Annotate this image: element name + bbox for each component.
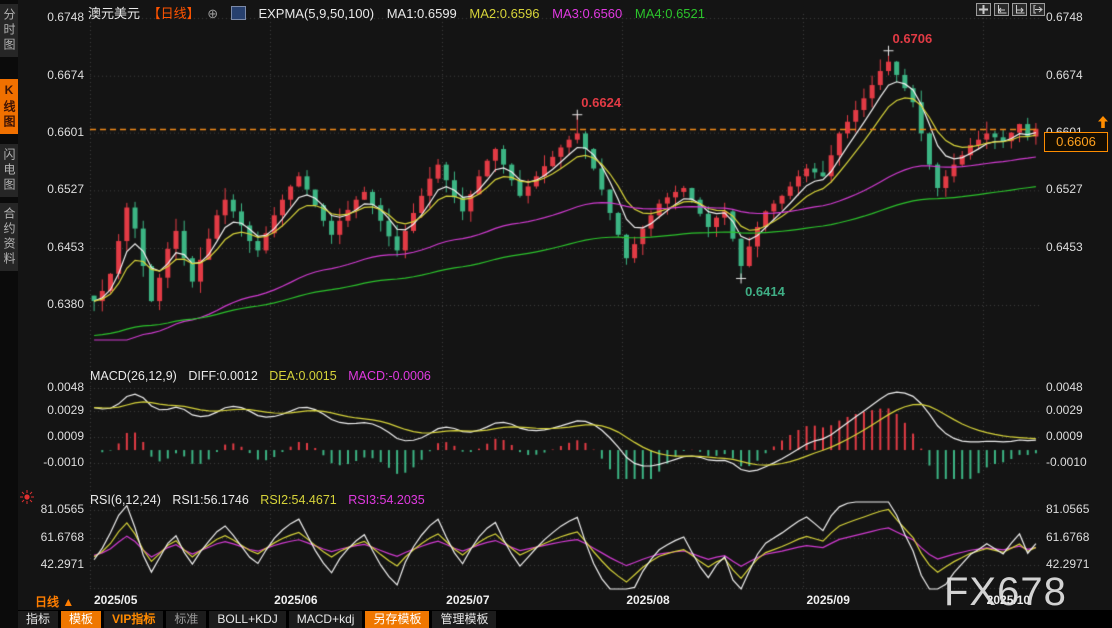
price-annotation-high: 0.6624: [581, 95, 621, 110]
indicator-title: EXPMA(5,9,50,100): [258, 6, 374, 21]
ma1-value: MA1:0.6599: [387, 6, 457, 21]
pan-right-icon[interactable]: [1030, 3, 1045, 16]
ma2-value: MA2:0.6596: [469, 6, 539, 21]
price-axis-label-left: 0.6380: [22, 297, 84, 311]
rsi-axis-label-right: 81.0565: [1046, 502, 1108, 516]
footer-tab-indicators[interactable]: 指标: [18, 611, 58, 628]
price-axis-label-left: 0.6748: [22, 10, 84, 24]
price-axis-label-left: 0.6527: [22, 182, 84, 196]
macd-diff-value: DIFF:0.0012: [188, 369, 257, 383]
x-axis-label: 2025/05: [94, 593, 137, 607]
footer-tab-macd-kdj[interactable]: MACD+kdj: [289, 611, 363, 628]
price-axis-label-left: 0.6601: [22, 125, 84, 139]
sidebar-tab-lightning[interactable]: 闪电图: [0, 144, 18, 197]
zoom-axis-right-icon[interactable]: [1012, 3, 1027, 16]
macd-macd-value: MACD:-0.0006: [348, 369, 431, 383]
macd-axis-label-left: 0.0009: [22, 429, 84, 443]
rsi-title[interactable]: RSI(6,12,24): [90, 493, 161, 507]
price-annotation-high: 0.6706: [892, 31, 932, 46]
rsi2-value: RSI2:54.4671: [260, 493, 336, 507]
rsi-axis-label-right: 61.6768: [1046, 530, 1108, 544]
x-axis-label: 2025/08: [626, 593, 669, 607]
macd-axis-label-right: 0.0009: [1046, 429, 1108, 443]
symbol-name: 澳元美元: [88, 6, 140, 21]
x-axis-label: 2025/06: [274, 593, 317, 607]
chart-header: 澳元美元 【日线】 ⊕ EXPMA(5,9,50,100) MA1:0.6599…: [88, 3, 714, 19]
sidebar-tab-contract-info[interactable]: 合约资料: [0, 203, 18, 271]
fx678-watermark: FX678: [944, 570, 1067, 615]
x-axis-label: 2025/09: [807, 593, 850, 607]
indicator-chart-icon: [231, 6, 246, 20]
period-selector[interactable]: 日线 ▲: [35, 593, 74, 610]
footer-tab-vip-indicators[interactable]: VIP指标: [104, 611, 163, 628]
price-annotation-low: 0.6414: [745, 284, 785, 299]
macd-axis-label-right: 0.0029: [1046, 403, 1108, 417]
macd-axis-label-right: -0.0010: [1046, 455, 1108, 469]
price-axis-label-left: 0.6674: [22, 68, 84, 82]
alert-flash-icon: [20, 490, 34, 504]
macd-axis-label-left: -0.0010: [22, 455, 84, 469]
macd-axis-label-left: 0.0029: [22, 403, 84, 417]
x-axis-label: 2025/07: [446, 593, 489, 607]
chart-overlay: 0.6748 0.6674 0.6601 0.6527 0.6453 0.6380 0.67…: [0, 0, 1112, 628]
price-axis-label-right: 0.6674: [1046, 68, 1108, 82]
price-axis-label-right: 0.6748: [1046, 10, 1108, 24]
macd-title[interactable]: MACD(26,12,9): [90, 369, 177, 383]
footer-tab-boll-kdj[interactable]: BOLL+KDJ: [209, 611, 285, 628]
period-tag[interactable]: 【日线】: [148, 6, 200, 21]
price-axis-label-right: 0.6527: [1046, 182, 1108, 196]
chart-toolbar: [976, 3, 1045, 16]
footer-tab-templates[interactable]: 模板: [61, 611, 101, 628]
rsi1-value: RSI1:56.1746: [172, 493, 248, 507]
sidebar-tab-kline[interactable]: K线图: [0, 79, 18, 134]
price-axis-label-right: 0.6453: [1046, 240, 1108, 254]
price-up-arrow-icon: [1098, 116, 1108, 128]
rsi-axis-label-left: 61.6768: [22, 530, 84, 544]
ma3-value: MA3:0.6560: [552, 6, 622, 21]
add-indicator-icon[interactable]: ⊕: [207, 6, 218, 21]
sidebar: 分时图 K线图 闪电图 合约资料: [0, 0, 18, 628]
footer-tab-standard[interactable]: 标准: [166, 611, 206, 628]
chart-app: 0.6748 0.6674 0.6601 0.6527 0.6453 0.6380 0.67…: [0, 0, 1112, 628]
zoom-axis-left-icon[interactable]: [994, 3, 1009, 16]
rsi-axis-label-right: 42.2971: [1046, 557, 1108, 571]
rsi-axis-label-left: 42.2971: [22, 557, 84, 571]
rsi-axis-label-left: 81.0565: [22, 502, 84, 516]
rsi-header: RSI(6,12,24) RSI1:56.1746 RSI2:54.4671 R…: [90, 493, 433, 507]
current-price-tag: 0.6606: [1044, 132, 1108, 152]
macd-axis-label-left: 0.0048: [22, 380, 84, 394]
macd-dea-value: DEA:0.0015: [269, 369, 336, 383]
ma4-value: MA4:0.6521: [635, 6, 705, 21]
rsi3-value: RSI3:54.2035: [348, 493, 424, 507]
footer-tab-manage-template[interactable]: 管理模板: [432, 611, 496, 628]
crosshair-tool-icon[interactable]: [976, 3, 991, 16]
macd-header: MACD(26,12,9) DIFF:0.0012 DEA:0.0015 MAC…: [90, 369, 439, 383]
price-axis-label-left: 0.6453: [22, 240, 84, 254]
sidebar-tab-timeshare[interactable]: 分时图: [0, 4, 18, 57]
macd-axis-label-right: 0.0048: [1046, 380, 1108, 394]
footer-tab-save-template[interactable]: 另存模板: [365, 611, 429, 628]
